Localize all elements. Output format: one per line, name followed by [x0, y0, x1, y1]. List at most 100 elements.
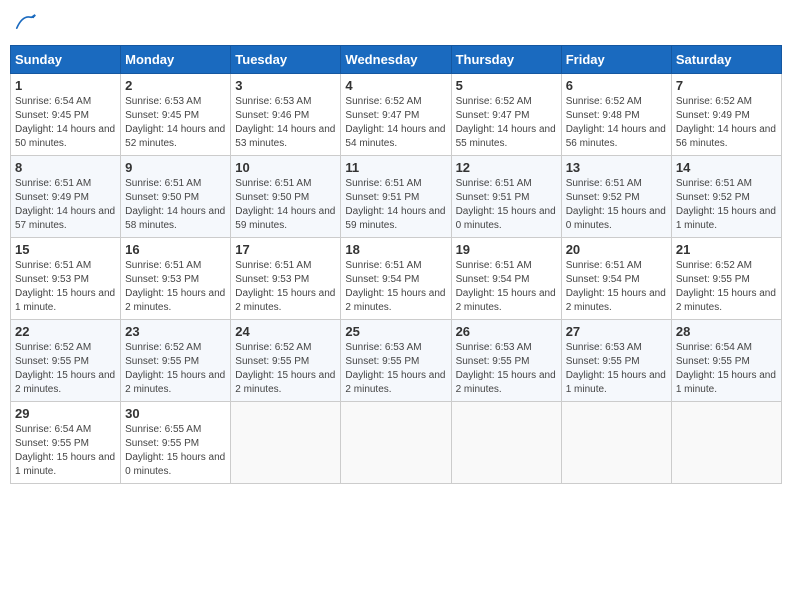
- day-info: Sunrise: 6:52 AM Sunset: 9:55 PM Dayligh…: [235, 341, 336, 397]
- calendar-cell: 27 Sunrise: 6:53 AM Sunset: 9:55 PM Dayl…: [561, 320, 671, 402]
- day-info: Sunrise: 6:53 AM Sunset: 9:45 PM Dayligh…: [125, 95, 226, 151]
- day-info: Sunrise: 6:51 AM Sunset: 9:53 PM Dayligh…: [235, 259, 336, 315]
- calendar-cell: 3 Sunrise: 6:53 AM Sunset: 9:46 PM Dayli…: [231, 74, 341, 156]
- calendar-cell: [561, 402, 671, 484]
- day-number: 27: [566, 324, 667, 339]
- calendar-cell: 7 Sunrise: 6:52 AM Sunset: 9:49 PM Dayli…: [671, 74, 781, 156]
- calendar-cell: 12 Sunrise: 6:51 AM Sunset: 9:51 PM Dayl…: [451, 156, 561, 238]
- calendar-cell: 15 Sunrise: 6:51 AM Sunset: 9:53 PM Dayl…: [11, 238, 121, 320]
- day-number: 20: [566, 242, 667, 257]
- header-wednesday: Wednesday: [341, 46, 451, 74]
- day-number: 18: [345, 242, 446, 257]
- day-number: 26: [456, 324, 557, 339]
- calendar-cell: [341, 402, 451, 484]
- day-number: 11: [345, 160, 446, 175]
- calendar-week-2: 8 Sunrise: 6:51 AM Sunset: 9:49 PM Dayli…: [11, 156, 782, 238]
- day-number: 3: [235, 78, 336, 93]
- day-info: Sunrise: 6:51 AM Sunset: 9:51 PM Dayligh…: [345, 177, 446, 233]
- calendar-cell: 20 Sunrise: 6:51 AM Sunset: 9:54 PM Dayl…: [561, 238, 671, 320]
- calendar-cell: 16 Sunrise: 6:51 AM Sunset: 9:53 PM Dayl…: [121, 238, 231, 320]
- calendar-cell: 18 Sunrise: 6:51 AM Sunset: 9:54 PM Dayl…: [341, 238, 451, 320]
- calendar-cell: 19 Sunrise: 6:51 AM Sunset: 9:54 PM Dayl…: [451, 238, 561, 320]
- day-info: Sunrise: 6:54 AM Sunset: 9:55 PM Dayligh…: [15, 423, 116, 479]
- calendar-cell: 9 Sunrise: 6:51 AM Sunset: 9:50 PM Dayli…: [121, 156, 231, 238]
- calendar-cell: 11 Sunrise: 6:51 AM Sunset: 9:51 PM Dayl…: [341, 156, 451, 238]
- day-number: 7: [676, 78, 777, 93]
- day-info: Sunrise: 6:51 AM Sunset: 9:49 PM Dayligh…: [15, 177, 116, 233]
- calendar-cell: 24 Sunrise: 6:52 AM Sunset: 9:55 PM Dayl…: [231, 320, 341, 402]
- day-number: 15: [15, 242, 116, 257]
- calendar-cell: 17 Sunrise: 6:51 AM Sunset: 9:53 PM Dayl…: [231, 238, 341, 320]
- calendar-cell: 28 Sunrise: 6:54 AM Sunset: 9:55 PM Dayl…: [671, 320, 781, 402]
- day-number: 17: [235, 242, 336, 257]
- day-number: 29: [15, 406, 116, 421]
- day-number: 16: [125, 242, 226, 257]
- day-info: Sunrise: 6:52 AM Sunset: 9:55 PM Dayligh…: [15, 341, 116, 397]
- calendar-cell: 22 Sunrise: 6:52 AM Sunset: 9:55 PM Dayl…: [11, 320, 121, 402]
- day-number: 24: [235, 324, 336, 339]
- calendar-cell: 5 Sunrise: 6:52 AM Sunset: 9:47 PM Dayli…: [451, 74, 561, 156]
- calendar-header-row: SundayMondayTuesdayWednesdayThursdayFrid…: [11, 46, 782, 74]
- day-number: 1: [15, 78, 116, 93]
- calendar-cell: 25 Sunrise: 6:53 AM Sunset: 9:55 PM Dayl…: [341, 320, 451, 402]
- logo: [14, 10, 38, 37]
- day-info: Sunrise: 6:51 AM Sunset: 9:52 PM Dayligh…: [676, 177, 777, 233]
- calendar-cell: 30 Sunrise: 6:55 AM Sunset: 9:55 PM Dayl…: [121, 402, 231, 484]
- header-sunday: Sunday: [11, 46, 121, 74]
- calendar-cell: 2 Sunrise: 6:53 AM Sunset: 9:45 PM Dayli…: [121, 74, 231, 156]
- day-info: Sunrise: 6:52 AM Sunset: 9:48 PM Dayligh…: [566, 95, 667, 151]
- day-number: 22: [15, 324, 116, 339]
- calendar-cell: 29 Sunrise: 6:54 AM Sunset: 9:55 PM Dayl…: [11, 402, 121, 484]
- calendar-cell: 4 Sunrise: 6:52 AM Sunset: 9:47 PM Dayli…: [341, 74, 451, 156]
- day-info: Sunrise: 6:51 AM Sunset: 9:50 PM Dayligh…: [235, 177, 336, 233]
- day-number: 23: [125, 324, 226, 339]
- calendar-table: SundayMondayTuesdayWednesdayThursdayFrid…: [10, 45, 782, 484]
- day-number: 4: [345, 78, 446, 93]
- page-header: [10, 10, 782, 37]
- day-info: Sunrise: 6:53 AM Sunset: 9:55 PM Dayligh…: [345, 341, 446, 397]
- day-info: Sunrise: 6:52 AM Sunset: 9:55 PM Dayligh…: [125, 341, 226, 397]
- calendar-week-5: 29 Sunrise: 6:54 AM Sunset: 9:55 PM Dayl…: [11, 402, 782, 484]
- calendar-cell: 6 Sunrise: 6:52 AM Sunset: 9:48 PM Dayli…: [561, 74, 671, 156]
- day-number: 2: [125, 78, 226, 93]
- day-number: 5: [456, 78, 557, 93]
- day-info: Sunrise: 6:52 AM Sunset: 9:47 PM Dayligh…: [345, 95, 446, 151]
- day-info: Sunrise: 6:51 AM Sunset: 9:54 PM Dayligh…: [566, 259, 667, 315]
- calendar-week-1: 1 Sunrise: 6:54 AM Sunset: 9:45 PM Dayli…: [11, 74, 782, 156]
- day-info: Sunrise: 6:54 AM Sunset: 9:55 PM Dayligh…: [676, 341, 777, 397]
- day-number: 14: [676, 160, 777, 175]
- header-monday: Monday: [121, 46, 231, 74]
- day-info: Sunrise: 6:55 AM Sunset: 9:55 PM Dayligh…: [125, 423, 226, 479]
- calendar-cell: 8 Sunrise: 6:51 AM Sunset: 9:49 PM Dayli…: [11, 156, 121, 238]
- calendar-cell: [231, 402, 341, 484]
- header-tuesday: Tuesday: [231, 46, 341, 74]
- day-info: Sunrise: 6:53 AM Sunset: 9:55 PM Dayligh…: [456, 341, 557, 397]
- header-thursday: Thursday: [451, 46, 561, 74]
- header-friday: Friday: [561, 46, 671, 74]
- day-number: 10: [235, 160, 336, 175]
- calendar-cell: 13 Sunrise: 6:51 AM Sunset: 9:52 PM Dayl…: [561, 156, 671, 238]
- calendar-cell: 23 Sunrise: 6:52 AM Sunset: 9:55 PM Dayl…: [121, 320, 231, 402]
- day-info: Sunrise: 6:51 AM Sunset: 9:52 PM Dayligh…: [566, 177, 667, 233]
- day-info: Sunrise: 6:51 AM Sunset: 9:50 PM Dayligh…: [125, 177, 226, 233]
- day-number: 28: [676, 324, 777, 339]
- day-number: 8: [15, 160, 116, 175]
- calendar-week-4: 22 Sunrise: 6:52 AM Sunset: 9:55 PM Dayl…: [11, 320, 782, 402]
- day-info: Sunrise: 6:51 AM Sunset: 9:54 PM Dayligh…: [345, 259, 446, 315]
- logo-graphic: [14, 10, 36, 37]
- day-info: Sunrise: 6:51 AM Sunset: 9:53 PM Dayligh…: [15, 259, 116, 315]
- calendar-cell: [451, 402, 561, 484]
- day-number: 30: [125, 406, 226, 421]
- day-number: 12: [456, 160, 557, 175]
- calendar-cell: [671, 402, 781, 484]
- day-info: Sunrise: 6:52 AM Sunset: 9:47 PM Dayligh…: [456, 95, 557, 151]
- day-number: 9: [125, 160, 226, 175]
- calendar-cell: 26 Sunrise: 6:53 AM Sunset: 9:55 PM Dayl…: [451, 320, 561, 402]
- calendar-cell: 14 Sunrise: 6:51 AM Sunset: 9:52 PM Dayl…: [671, 156, 781, 238]
- day-info: Sunrise: 6:51 AM Sunset: 9:51 PM Dayligh…: [456, 177, 557, 233]
- day-info: Sunrise: 6:51 AM Sunset: 9:53 PM Dayligh…: [125, 259, 226, 315]
- day-info: Sunrise: 6:53 AM Sunset: 9:55 PM Dayligh…: [566, 341, 667, 397]
- header-saturday: Saturday: [671, 46, 781, 74]
- calendar-cell: 10 Sunrise: 6:51 AM Sunset: 9:50 PM Dayl…: [231, 156, 341, 238]
- day-number: 13: [566, 160, 667, 175]
